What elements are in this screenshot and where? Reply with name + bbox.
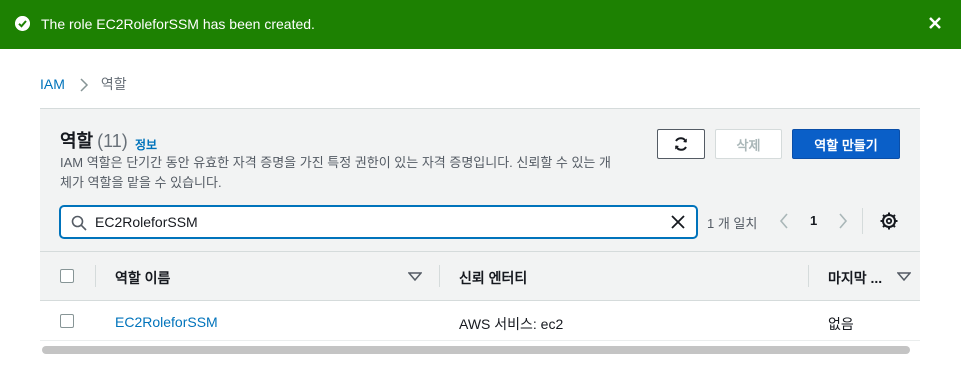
table-row: EC2RoleforSSM AWS 서비스: ec2 없음 bbox=[40, 301, 920, 341]
gear-icon[interactable] bbox=[880, 212, 898, 230]
breadcrumb: IAM 역할 bbox=[40, 76, 127, 93]
title-text: 역할 bbox=[60, 131, 94, 151]
table-header-section: 역할 (11) 정보 IAM 역할은 단기간 동안 유효한 자격 증명을 가진 특… bbox=[40, 109, 920, 251]
roles-table-container: 역할 (11) 정보 IAM 역할은 단기간 동안 유효한 자격 증명을 가진 특… bbox=[40, 108, 920, 358]
role-count: (11) bbox=[97, 131, 128, 151]
table-head: 역할 이름 신뢰 엔터티 마지막 ... bbox=[40, 251, 920, 301]
current-page[interactable]: 1 bbox=[810, 213, 817, 228]
refresh-icon bbox=[675, 137, 687, 151]
info-link[interactable]: 정보 bbox=[135, 136, 157, 153]
match-count: 1 개 일치 bbox=[707, 216, 758, 231]
column-divider bbox=[439, 265, 440, 287]
column-header-role-name[interactable]: 역할 이름 bbox=[115, 268, 170, 288]
column-header-last-activity[interactable]: 마지막 ... bbox=[828, 268, 882, 288]
chevron-right-icon bbox=[80, 77, 88, 92]
trusted-entity-cell: AWS 서비스: ec2 bbox=[459, 316, 564, 332]
chevron-right-icon[interactable] bbox=[838, 213, 848, 229]
column-divider bbox=[95, 265, 96, 287]
select-all-checkbox[interactable] bbox=[60, 269, 74, 283]
column-header-trusted-entity[interactable]: 신뢰 엔터티 bbox=[459, 268, 527, 288]
check-circle-icon bbox=[15, 16, 30, 31]
success-flashbar: The role EC2RoleforSSM has been created. bbox=[0, 0, 961, 49]
sort-down-icon[interactable] bbox=[408, 272, 422, 281]
divider bbox=[862, 208, 863, 234]
sort-down-icon[interactable] bbox=[897, 272, 911, 281]
page-description: IAM 역할은 단기간 동안 유효한 자격 증명을 가진 특정 권한이 있는 자… bbox=[60, 155, 611, 190]
delete-button[interactable]: 삭제 bbox=[715, 129, 782, 159]
flash-message: The role EC2RoleforSSM has been created. bbox=[41, 16, 315, 32]
breadcrumb-iam-link[interactable]: IAM bbox=[40, 76, 65, 93]
chevron-left-icon[interactable] bbox=[779, 213, 789, 229]
search-icon bbox=[71, 215, 87, 231]
clear-icon[interactable] bbox=[670, 214, 686, 230]
search-input[interactable]: EC2RoleforSSM bbox=[60, 206, 697, 238]
create-role-button[interactable]: 역할 만들기 bbox=[792, 129, 900, 159]
breadcrumb-current: 역할 bbox=[100, 76, 127, 92]
search-value: EC2RoleforSSM bbox=[95, 214, 198, 230]
role-name-link[interactable]: EC2RoleforSSM bbox=[115, 314, 218, 330]
close-icon[interactable] bbox=[926, 14, 944, 32]
row-checkbox[interactable] bbox=[60, 314, 74, 328]
page-title: 역할 (11) bbox=[60, 130, 128, 152]
horizontal-scrollbar[interactable] bbox=[42, 346, 910, 354]
refresh-button[interactable] bbox=[657, 129, 705, 159]
column-divider bbox=[808, 265, 809, 287]
last-activity-cell: 없음 bbox=[828, 316, 854, 332]
